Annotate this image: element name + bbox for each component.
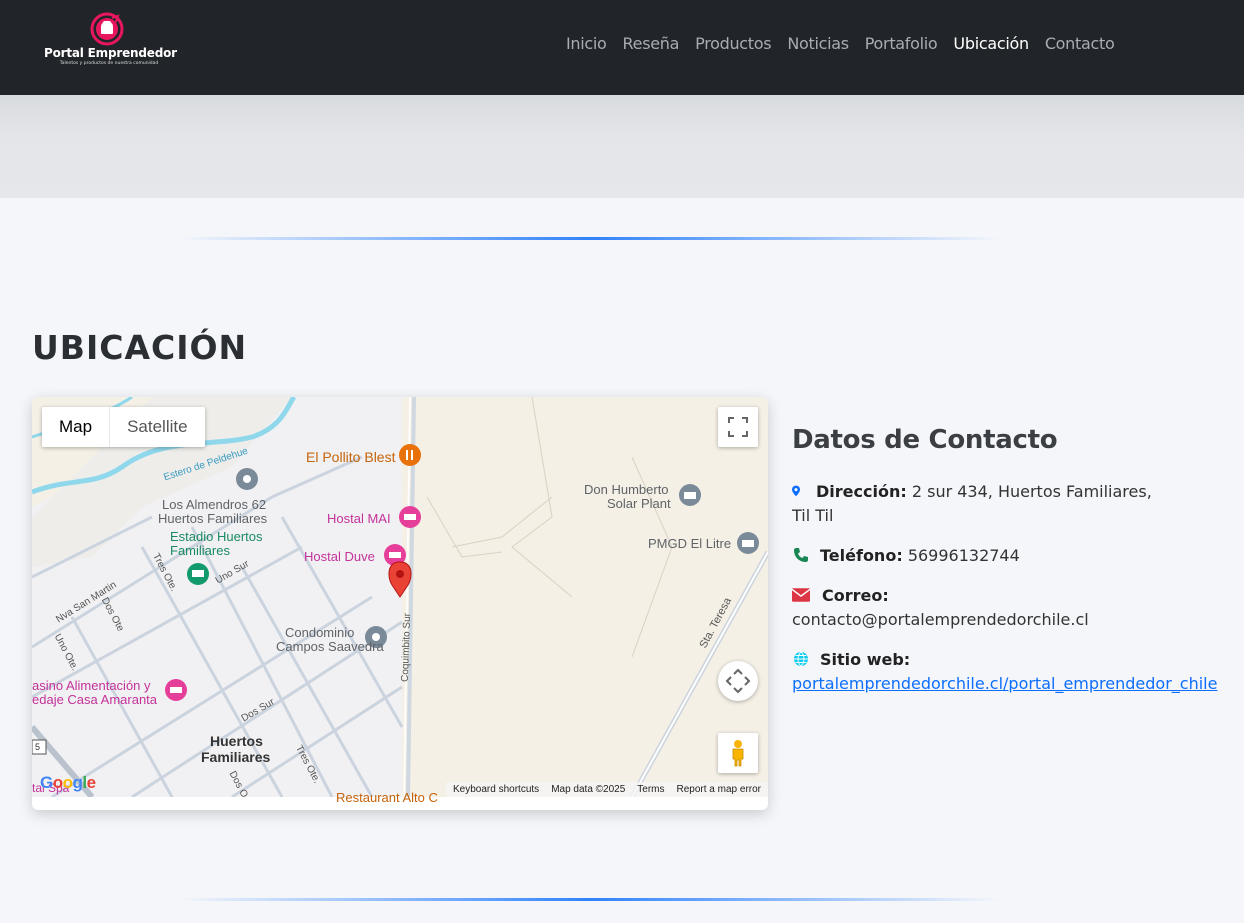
nav-item-ubicacion[interactable]: Ubicación (953, 34, 1029, 53)
map-label-huertos-2: Familiares (201, 749, 271, 765)
google-logo: Google (40, 773, 96, 792)
nav-item-inicio[interactable]: Inicio (566, 34, 607, 53)
logo-icon (90, 12, 124, 46)
address-label: Dirección: (816, 482, 907, 501)
map-label-estadio-2: Familiares (170, 543, 230, 558)
phone-icon (794, 548, 808, 562)
contact-email: Correo: contacto@portalemprendedorchile.… (792, 584, 1089, 632)
map-label-casino-2: edaje Casa Amaranta (32, 692, 158, 707)
divider-top (180, 237, 1000, 240)
map-footer: Keyboard shortcuts Map data ©2025 Terms … (446, 782, 768, 797)
map-camera-control[interactable] (718, 661, 758, 701)
map-label-don-humberto-2: Solar Plant (607, 496, 671, 511)
map-label-pollito: El Pollito Blest (306, 449, 396, 465)
keyboard-shortcuts-link[interactable]: Keyboard shortcuts (453, 782, 539, 797)
map-marker-icon (792, 485, 800, 497)
map-embed[interactable]: Estero de Peldehue El Pollito Blest Don … (32, 397, 768, 810)
email-value[interactable]: contacto@portalemprendedorchile.cl (792, 610, 1089, 629)
map-canvas[interactable] (32, 397, 768, 797)
map-label-almendros-1: Los Almendros 62 (162, 497, 267, 512)
contact-phone: Teléfono: 56996132744 (792, 544, 1020, 568)
map-type-map-button[interactable]: Map (42, 407, 111, 447)
section-title: UBICACIÓN (32, 328, 248, 367)
map-label-condominio-2: Campos Saavedra (276, 639, 384, 654)
map-label-don-humberto-1: Don Humberto (584, 482, 669, 497)
logo[interactable]: Portal Emprendedor Talentos y productos … (44, 10, 177, 70)
nav-item-resena[interactable]: Reseña (623, 34, 680, 53)
map-route-shield: 5 (35, 742, 41, 752)
logo-subtitle: Talentos y productos de nuestra comunida… (59, 61, 159, 66)
contact-title: Datos de Contacto (792, 425, 1058, 455)
map-label-casino-1: asino Alimentación y (32, 678, 151, 693)
fullscreen-button[interactable] (718, 407, 758, 447)
map-data-text: Map data ©2025 (551, 784, 626, 795)
website-link[interactable]: portalemprendedorchile.cl/portal_emprend… (792, 674, 1217, 693)
address-value: 2 sur 434, Huertos Familiares, (911, 482, 1152, 501)
map-label-estadio-1: Estadio Huertos (170, 529, 263, 544)
pegman-icon (732, 740, 744, 767)
map-label-hostal-mai: Hostal MAI (327, 511, 391, 526)
web-label: Sitio web: (820, 650, 911, 669)
main-nav: Inicio Reseña Productos Noticias Portafo… (566, 34, 1130, 53)
nav-item-noticias[interactable]: Noticias (787, 34, 849, 53)
fullscreen-icon (728, 417, 748, 437)
email-label: Correo: (822, 586, 889, 605)
address-value-2: Til Til (792, 506, 834, 525)
contact-address: Dirección: 2 sur 434, Huertos Familiares… (792, 480, 1152, 528)
map-label-condominio-1: Condominio (285, 625, 355, 640)
hero-band (0, 95, 1244, 198)
map-label-pmgd: PMGD El Litre (648, 536, 732, 551)
divider-bottom (180, 898, 1000, 901)
contact-web: Sitio web: portalemprendedorchile.cl/por… (792, 648, 1217, 696)
move-arrows-icon (725, 668, 751, 694)
globe-icon (794, 651, 808, 667)
map-label-almendros-2: Huertos Familiares (158, 511, 268, 526)
street-view-pegman[interactable] (718, 733, 758, 773)
logo-title: Portal Emprendedor (44, 46, 177, 60)
terms-link[interactable]: Terms (637, 782, 664, 797)
report-map-error-link[interactable]: Report a map error (677, 782, 761, 797)
nav-item-productos[interactable]: Productos (695, 34, 771, 53)
phone-value[interactable]: 56996132744 (908, 546, 1020, 565)
nav-item-portafolio[interactable]: Portafolio (865, 34, 938, 53)
navbar: Portal Emprendedor Talentos y productos … (0, 0, 1244, 95)
nav-item-contacto[interactable]: Contacto (1045, 34, 1115, 53)
map-type-satellite-button[interactable]: Satellite (110, 407, 204, 447)
map-label-hostal-duve: Hostal Duve (304, 549, 375, 564)
map-label-huertos-1: Huertos (210, 733, 263, 749)
map-label-restaurant: Restaurant Alto C (336, 790, 438, 805)
phone-label: Teléfono: (820, 546, 903, 565)
map-type-control: Map Satellite (42, 407, 205, 447)
envelope-icon (792, 588, 810, 602)
